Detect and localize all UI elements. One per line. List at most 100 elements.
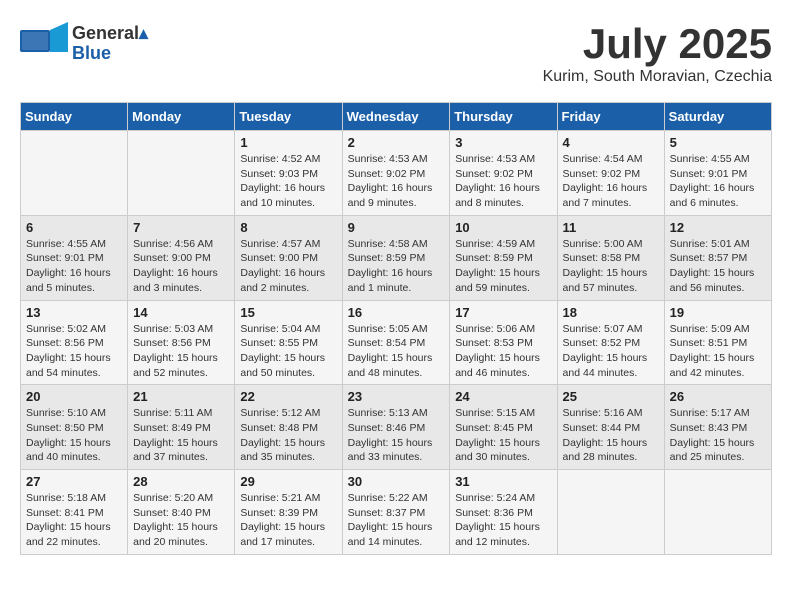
day-info: Sunrise: 5:09 AM Sunset: 8:51 PM Dayligh… — [670, 322, 766, 381]
calendar-cell: 17Sunrise: 5:06 AM Sunset: 8:53 PM Dayli… — [450, 300, 557, 385]
day-number: 24 — [455, 389, 551, 404]
day-info: Sunrise: 5:21 AM Sunset: 8:39 PM Dayligh… — [240, 491, 336, 550]
calendar-week-2: 6 Sunrise: 4:55 AM Sunset: 9:01 PM Daylig… — [21, 215, 772, 300]
calendar-subtitle: Kurim, South Moravian, Czechia — [543, 68, 772, 86]
calendar-cell: 6 Sunrise: 4:55 AM Sunset: 9:01 PM Daylig… — [21, 215, 128, 300]
day-number: 13 — [26, 305, 122, 320]
logo-blue-part: ▴ — [139, 23, 148, 43]
logo-general: General — [72, 23, 139, 43]
page-header: General▴ Blue July 2025 Kurim, South Mor… — [20, 20, 772, 86]
day-info: Sunrise: 5:15 AM Sunset: 8:45 PM Dayligh… — [455, 406, 551, 465]
day-number: 8 — [240, 220, 336, 235]
weekday-wednesday: Wednesday — [342, 103, 450, 131]
calendar-cell — [21, 131, 128, 216]
day-info: Sunrise: 4:56 AM Sunset: 9:00 PM Dayligh… — [133, 237, 229, 296]
calendar-cell: 13 Sunrise: 5:02 AM Sunset: 8:56 PM Dayli… — [21, 300, 128, 385]
day-info: Sunrise: 5:11 AM Sunset: 8:49 PM Dayligh… — [133, 406, 229, 465]
day-info: Sunrise: 5:04 AM Sunset: 8:55 PM Dayligh… — [240, 322, 336, 381]
logo: General▴ Blue — [20, 20, 148, 67]
day-number: 27 — [26, 474, 122, 489]
day-info: Sunrise: 5:18 AM Sunset: 8:41 PM Dayligh… — [26, 491, 122, 550]
calendar-cell: 7 Sunrise: 4:56 AM Sunset: 9:00 PM Daylig… — [128, 215, 235, 300]
day-info: Sunrise: 5:12 AM Sunset: 8:48 PM Dayligh… — [240, 406, 336, 465]
day-info: Sunrise: 5:05 AM Sunset: 8:54 PM Dayligh… — [348, 322, 445, 381]
weekday-header-row: SundayMondayTuesdayWednesdayThursdayFrid… — [21, 103, 772, 131]
calendar-week-5: 27 Sunrise: 5:18 AM Sunset: 8:41 PM Dayli… — [21, 470, 772, 555]
day-info: Sunrise: 5:17 AM Sunset: 8:43 PM Dayligh… — [670, 406, 766, 465]
day-number: 31 — [455, 474, 551, 489]
day-number: 9 — [348, 220, 445, 235]
day-number: 7 — [133, 220, 229, 235]
calendar-cell: 3Sunrise: 4:53 AM Sunset: 9:02 PM Daylig… — [450, 131, 557, 216]
day-number: 22 — [240, 389, 336, 404]
day-number: 2 — [348, 135, 445, 150]
calendar-table: SundayMondayTuesdayWednesdayThursdayFrid… — [20, 102, 772, 555]
day-number: 14 — [133, 305, 229, 320]
day-number: 4 — [563, 135, 659, 150]
day-number: 11 — [563, 220, 659, 235]
day-number: 5 — [670, 135, 766, 150]
day-info: Sunrise: 5:03 AM Sunset: 8:56 PM Dayligh… — [133, 322, 229, 381]
calendar-cell: 19 Sunrise: 5:09 AM Sunset: 8:51 PM Dayli… — [664, 300, 771, 385]
day-info: Sunrise: 5:13 AM Sunset: 8:46 PM Dayligh… — [348, 406, 445, 465]
day-info: Sunrise: 4:57 AM Sunset: 9:00 PM Dayligh… — [240, 237, 336, 296]
calendar-cell — [664, 470, 771, 555]
calendar-cell: 25Sunrise: 5:16 AM Sunset: 8:44 PM Dayli… — [557, 385, 664, 470]
weekday-thursday: Thursday — [450, 103, 557, 131]
day-info: Sunrise: 5:07 AM Sunset: 8:52 PM Dayligh… — [563, 322, 659, 381]
calendar-cell: 15Sunrise: 5:04 AM Sunset: 8:55 PM Dayli… — [235, 300, 342, 385]
day-info: Sunrise: 5:00 AM Sunset: 8:58 PM Dayligh… — [563, 237, 659, 296]
day-number: 25 — [563, 389, 659, 404]
day-info: Sunrise: 5:10 AM Sunset: 8:50 PM Dayligh… — [26, 406, 122, 465]
title-block: July 2025 Kurim, South Moravian, Czechia — [543, 20, 772, 86]
day-number: 21 — [133, 389, 229, 404]
day-number: 26 — [670, 389, 766, 404]
day-number: 23 — [348, 389, 445, 404]
calendar-cell: 16 Sunrise: 5:05 AM Sunset: 8:54 PM Dayli… — [342, 300, 450, 385]
day-number: 19 — [670, 305, 766, 320]
calendar-cell: 11 Sunrise: 5:00 AM Sunset: 8:58 PM Dayli… — [557, 215, 664, 300]
day-number: 20 — [26, 389, 122, 404]
day-number: 18 — [563, 305, 659, 320]
calendar-cell: 12 Sunrise: 5:01 AM Sunset: 8:57 PM Dayli… — [664, 215, 771, 300]
day-info: Sunrise: 4:59 AM Sunset: 8:59 PM Dayligh… — [455, 237, 551, 296]
day-info: Sunrise: 4:55 AM Sunset: 9:01 PM Dayligh… — [670, 152, 766, 211]
day-number: 28 — [133, 474, 229, 489]
weekday-monday: Monday — [128, 103, 235, 131]
day-number: 3 — [455, 135, 551, 150]
calendar-cell: 23 Sunrise: 5:13 AM Sunset: 8:46 PM Dayli… — [342, 385, 450, 470]
calendar-cell: 8 Sunrise: 4:57 AM Sunset: 9:00 PM Daylig… — [235, 215, 342, 300]
day-info: Sunrise: 4:52 AM Sunset: 9:03 PM Dayligh… — [240, 152, 336, 211]
day-number: 6 — [26, 220, 122, 235]
calendar-cell: 20 Sunrise: 5:10 AM Sunset: 8:50 PM Dayli… — [21, 385, 128, 470]
weekday-sunday: Sunday — [21, 103, 128, 131]
day-info: Sunrise: 4:54 AM Sunset: 9:02 PM Dayligh… — [563, 152, 659, 211]
calendar-cell: 14 Sunrise: 5:03 AM Sunset: 8:56 PM Dayli… — [128, 300, 235, 385]
day-info: Sunrise: 4:55 AM Sunset: 9:01 PM Dayligh… — [26, 237, 122, 296]
logo-icon — [20, 22, 68, 67]
day-number: 29 — [240, 474, 336, 489]
calendar-cell: 4 Sunrise: 4:54 AM Sunset: 9:02 PM Daylig… — [557, 131, 664, 216]
calendar-cell: 9 Sunrise: 4:58 AM Sunset: 8:59 PM Daylig… — [342, 215, 450, 300]
calendar-title: July 2025 — [543, 20, 772, 68]
calendar-cell: 21 Sunrise: 5:11 AM Sunset: 8:49 PM Dayli… — [128, 385, 235, 470]
day-info: Sunrise: 5:24 AM Sunset: 8:36 PM Dayligh… — [455, 491, 551, 550]
day-info: Sunrise: 4:58 AM Sunset: 8:59 PM Dayligh… — [348, 237, 445, 296]
calendar-cell: 29 Sunrise: 5:21 AM Sunset: 8:39 PM Dayli… — [235, 470, 342, 555]
calendar-cell: 26 Sunrise: 5:17 AM Sunset: 8:43 PM Dayli… — [664, 385, 771, 470]
logo-text: General▴ Blue — [72, 24, 148, 64]
logo-blue-text: Blue — [72, 44, 148, 64]
day-number: 12 — [670, 220, 766, 235]
calendar-cell: 28Sunrise: 5:20 AM Sunset: 8:40 PM Dayli… — [128, 470, 235, 555]
day-info: Sunrise: 5:02 AM Sunset: 8:56 PM Dayligh… — [26, 322, 122, 381]
day-info: Sunrise: 5:01 AM Sunset: 8:57 PM Dayligh… — [670, 237, 766, 296]
weekday-friday: Friday — [557, 103, 664, 131]
calendar-cell: 5 Sunrise: 4:55 AM Sunset: 9:01 PM Daylig… — [664, 131, 771, 216]
weekday-tuesday: Tuesday — [235, 103, 342, 131]
calendar-cell: 18 Sunrise: 5:07 AM Sunset: 8:52 PM Dayli… — [557, 300, 664, 385]
day-number: 17 — [455, 305, 551, 320]
calendar-cell: 1Sunrise: 4:52 AM Sunset: 9:03 PM Daylig… — [235, 131, 342, 216]
calendar-week-1: 1Sunrise: 4:52 AM Sunset: 9:03 PM Daylig… — [21, 131, 772, 216]
calendar-cell — [557, 470, 664, 555]
day-number: 16 — [348, 305, 445, 320]
